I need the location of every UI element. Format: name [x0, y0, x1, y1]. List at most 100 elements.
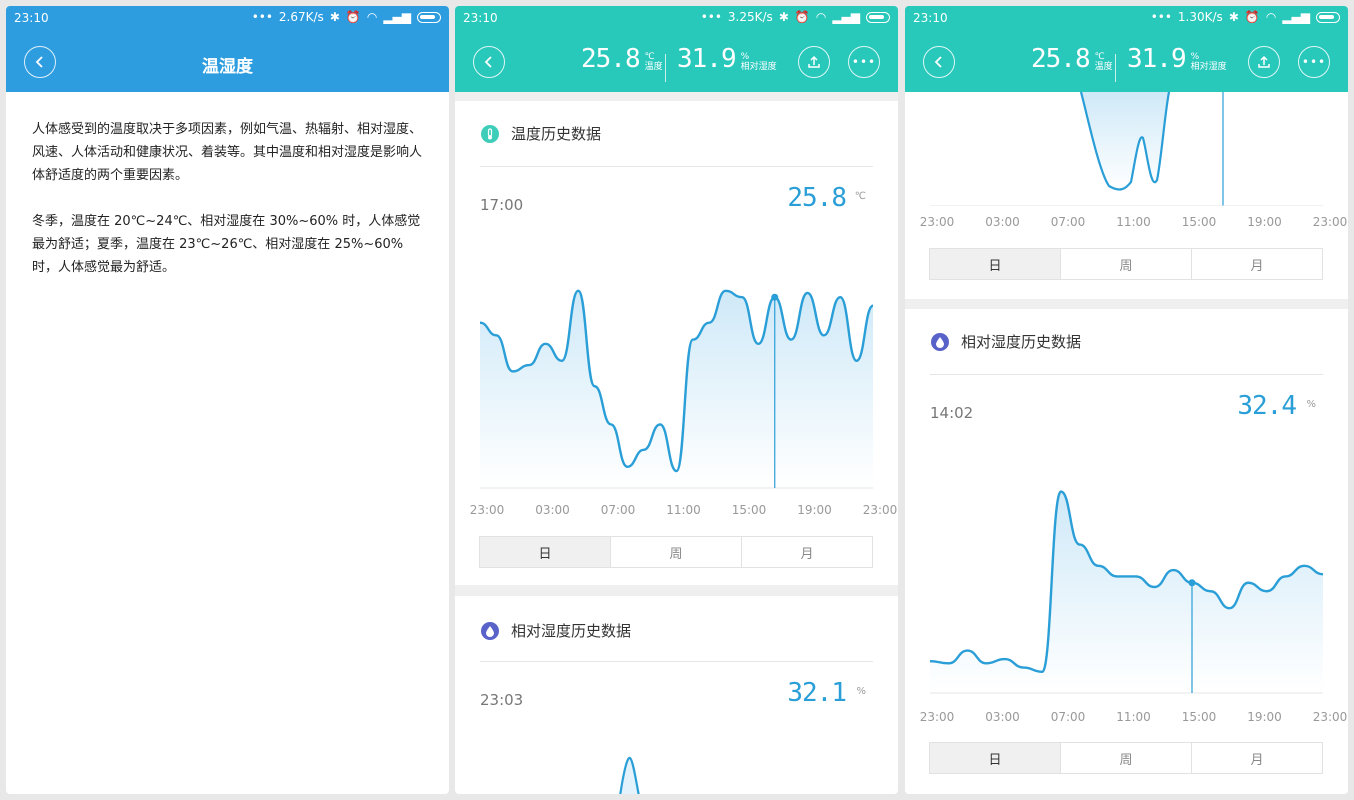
x-tick-label: 11:00 — [666, 503, 701, 517]
header-humidity: 31.9 % 相对湿度 — [1127, 44, 1227, 74]
temperature-x-axis: 23:00 03:00 07:00 11:00 15:00 19:00 23:00 — [455, 503, 898, 517]
status-time: 23:10 — [463, 11, 498, 25]
x-tick-label: 15:00 — [1181, 215, 1217, 229]
x-tick-label: 23:00 — [919, 710, 955, 724]
alarm-icon: ⏰ — [1244, 10, 1260, 24]
temperature-card-title: 温度历史数据 — [511, 125, 602, 143]
share-icon — [1258, 55, 1270, 68]
network-speed: 3.25K/s — [727, 10, 773, 24]
wifi-icon: ◠ — [815, 10, 827, 24]
header-humidity: 31.9 % 相对湿度 — [677, 44, 777, 74]
humidity-chart-partial — [619, 756, 640, 794]
more-button[interactable]: ••• — [1298, 46, 1330, 78]
x-tick-label: 23:00 — [1312, 710, 1348, 724]
header-temperature: 25.8 ℃ 温度 — [1031, 44, 1113, 74]
selection-point[interactable] — [771, 293, 779, 301]
alarm-icon: ⏰ — [345, 10, 361, 24]
description: 人体感受到的温度取决于多项因素，例如气温、热辐射、相对湿度、风速、人体活动和健康… — [32, 118, 423, 302]
humidity-selected-value: 32.4 — [1237, 391, 1297, 421]
header-hum-unit: % — [1190, 52, 1200, 62]
x-tick-label: 03:00 — [535, 503, 570, 517]
header-hum-value: 31.9 — [1127, 44, 1187, 74]
temperature-range-tab-0[interactable]: 日 — [930, 249, 1061, 279]
humidity-range-tab-2[interactable]: 月 — [1192, 743, 1322, 773]
x-tick-label: 03:00 — [985, 215, 1020, 229]
x-tick-label: 19:00 — [797, 503, 832, 517]
paragraph-factors: 人体感受到的温度取决于多项因素，例如气温、热辐射、相对湿度、风速、人体活动和健康… — [32, 122, 423, 183]
header-hum-value: 31.9 — [677, 44, 737, 74]
header-bar: 23:10 ••• 3.25K/s ✱ ⏰ ◠ ▂▄▆ 25.8 ℃ 温度 31… — [455, 6, 898, 92]
header-hum-label: 相对湿度 — [740, 62, 777, 72]
temperature-card: 温度历史数据 17:00 25.8 ℃ 23:00 03:00 07:00 11:00… — [455, 101, 898, 585]
humidity-card: 相对湿度历史数据 14:02 32.4 % 23:00 03:00 07:00 11:… — [905, 309, 1348, 794]
humidity-x-axis: 23:00 03:00 07:00 11:00 15:00 19:00 23:00 — [905, 710, 1348, 724]
x-tick-label: 03:00 — [985, 710, 1020, 724]
screen-history-top: 23:10 ••• 3.25K/s ✱ ⏰ ◠ ▂▄▆ 25.8 ℃ 温度 31… — [455, 6, 898, 794]
humidity-range-tab-1[interactable]: 周 — [1061, 743, 1192, 773]
humidity-selected-time: 14:02 — [930, 404, 974, 422]
x-tick-label: 23:00 — [469, 503, 505, 517]
battery-icon — [866, 11, 890, 23]
x-tick-label: 15:00 — [1181, 710, 1217, 724]
share-button[interactable] — [1248, 46, 1280, 78]
temperature-range-tabs: 日周月 — [929, 248, 1323, 280]
status-bar: 23:10 ••• 2.67K/s ✱ ⏰ ◠ ▂▄▆ — [6, 6, 449, 32]
humidity-card-title: 相对湿度历史数据 — [511, 622, 632, 640]
back-button[interactable] — [473, 46, 505, 78]
signal-icon: ▂▄▆ — [832, 10, 860, 24]
temperature-selected-time: 17:00 — [480, 196, 524, 214]
humidity-chart[interactable] — [905, 461, 1348, 701]
water-drop-icon — [931, 332, 949, 351]
header-temp-label: 温度 — [644, 62, 663, 72]
header-hum-unit: % — [740, 52, 750, 62]
bluetooth-icon: ✱ — [778, 10, 789, 24]
more-dots-icon: ••• — [851, 55, 877, 69]
share-button[interactable] — [798, 46, 830, 78]
humidity-selected-value: 32.1 — [787, 678, 847, 708]
status-time: 23:10 — [14, 11, 49, 25]
wifi-icon: ◠ — [1265, 10, 1277, 24]
temperature-range-tab-0[interactable]: 日 — [480, 537, 611, 567]
area-fill — [480, 290, 873, 488]
x-tick-label: 23:00 — [1312, 215, 1348, 229]
humidity-selected-time: 23:03 — [480, 691, 524, 709]
header-temp-unit: ℃ — [1094, 52, 1105, 62]
header-hum-label: 相对湿度 — [1190, 62, 1227, 72]
dots-icon: ••• — [1150, 10, 1172, 24]
x-tick-label: 15:00 — [731, 503, 767, 517]
temperature-chart[interactable] — [455, 256, 898, 496]
battery-icon — [417, 11, 441, 23]
x-tick-label: 07:00 — [1050, 215, 1086, 229]
network-speed: 1.30K/s — [1177, 10, 1223, 24]
bluetooth-icon: ✱ — [1228, 10, 1239, 24]
header-temperature: 25.8 ℃ 温度 — [581, 44, 663, 74]
x-tick-label: 07:00 — [1050, 710, 1086, 724]
temperature-range-tab-1[interactable]: 周 — [611, 537, 742, 567]
header-divider — [1115, 54, 1116, 82]
temperature-range-tab-2[interactable]: 月 — [1192, 249, 1322, 279]
header-bar: 23:10 ••• 2.67K/s ✱ ⏰ ◠ ▂▄▆ 温湿度 — [6, 6, 449, 92]
header-temp-label: 温度 — [1094, 62, 1113, 72]
water-drop-icon — [481, 621, 499, 640]
thermometer-icon — [481, 124, 499, 143]
temperature-range-tab-2[interactable]: 月 — [742, 537, 872, 567]
status-bar: 23:10 ••• 3.25K/s ✱ ⏰ ◠ ▂▄▆ — [455, 6, 898, 32]
x-tick-label: 19:00 — [1247, 710, 1282, 724]
alarm-icon: ⏰ — [794, 10, 810, 24]
humidity-range-tab-0[interactable]: 日 — [930, 743, 1061, 773]
selection-point[interactable] — [1188, 579, 1196, 587]
x-tick-label: 11:00 — [1116, 215, 1151, 229]
dots-icon: ••• — [251, 10, 273, 24]
more-dots-icon: ••• — [1301, 55, 1327, 69]
temperature-chart-fragment — [930, 92, 1323, 206]
temperature-selected-unit: ℃ — [854, 191, 866, 202]
header-bar: 23:10 ••• 1.30K/s ✱ ⏰ ◠ ▂▄▆ 25.8 ℃ 温度 31… — [905, 6, 1348, 92]
share-icon — [808, 55, 820, 68]
temperature-range-tab-1[interactable]: 周 — [1061, 249, 1192, 279]
back-button[interactable] — [923, 46, 955, 78]
more-button[interactable]: ••• — [848, 46, 880, 78]
x-tick-label: 23:00 — [919, 215, 955, 229]
chevron-left-icon — [484, 56, 492, 68]
page-title: 温湿度 — [202, 57, 253, 77]
network-speed: 2.67K/s — [278, 10, 324, 24]
